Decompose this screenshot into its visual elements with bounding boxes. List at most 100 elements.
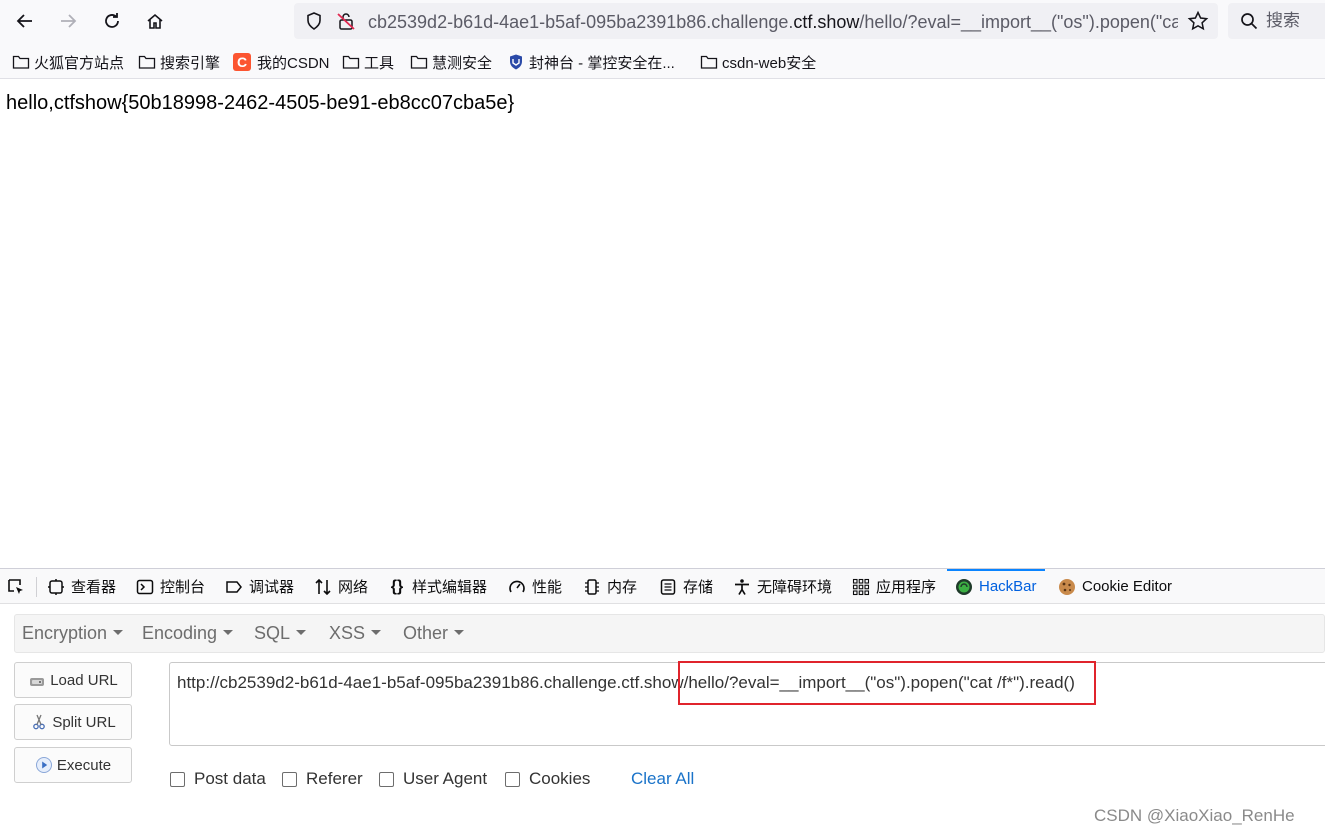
checkbox-box[interactable] bbox=[505, 771, 520, 787]
debugger-icon bbox=[226, 580, 242, 593]
home-button[interactable] bbox=[139, 6, 171, 36]
caret-down-icon bbox=[113, 629, 124, 635]
tab-label: 样式编辑器 bbox=[412, 579, 488, 596]
back-arrow-icon bbox=[16, 14, 32, 28]
bookmark-label: 工具 bbox=[364, 54, 395, 72]
menu-label: Encryption bbox=[22, 623, 108, 643]
checkbox-box[interactable] bbox=[170, 771, 185, 787]
toolbar-separator bbox=[36, 577, 37, 597]
caret-down-icon bbox=[371, 629, 382, 635]
menu-encoding[interactable]: Encoding bbox=[142, 623, 234, 644]
memory-icon bbox=[585, 578, 599, 595]
clear-all-link[interactable]: Clear All bbox=[631, 769, 694, 789]
checkbox-label: Post data bbox=[194, 769, 266, 788]
play-icon bbox=[35, 757, 52, 773]
url-bar[interactable]: cb2539d2-b61d-4ae1-b5af-095ba2391b86.cha… bbox=[294, 3, 1218, 39]
accessibility-icon bbox=[735, 578, 749, 595]
csdn-icon: C bbox=[233, 53, 251, 71]
folder-icon bbox=[410, 55, 428, 69]
checkbox-box[interactable] bbox=[282, 771, 297, 787]
cookies-checkbox[interactable]: Cookies bbox=[505, 769, 590, 789]
url-suffix: /hello/?eval=__import__("os").popen("ca bbox=[859, 12, 1178, 32]
bookmark-star-icon[interactable] bbox=[1187, 10, 1209, 32]
tab-console[interactable]: 控制台 bbox=[136, 569, 205, 604]
load-url-icon bbox=[30, 678, 45, 686]
post-data-checkbox[interactable]: Post data bbox=[170, 769, 266, 789]
tab-label: 应用程序 bbox=[876, 579, 937, 596]
bookmark-my-csdn[interactable]: C 我的CSDN bbox=[233, 51, 330, 73]
bookmark-label: csdn-web安全 bbox=[722, 54, 817, 72]
folder-icon bbox=[700, 55, 718, 69]
element-picker-icon[interactable] bbox=[6, 577, 26, 597]
tab-label: 性能 bbox=[532, 579, 563, 596]
bookmark-fengshentai[interactable]: 封神台 - 掌控安全在... bbox=[507, 51, 675, 73]
tab-style-editor[interactable]: {} 样式编辑器 bbox=[388, 569, 487, 604]
bookmarks-bar: 火狐官方站点 搜索引擎 C 我的CSDN 工具 慧测安全 封神台 - 掌控安全在… bbox=[0, 44, 1325, 79]
url-host: ctf.show bbox=[793, 12, 860, 32]
back-button[interactable] bbox=[9, 6, 41, 36]
load-url-button[interactable]: Load URL bbox=[14, 662, 132, 698]
tab-label: 无障碍环境 bbox=[757, 579, 833, 596]
bookmark-label: 我的CSDN bbox=[257, 54, 330, 72]
watermark: CSDN @XiaoXiao_RenHe bbox=[1094, 806, 1295, 825]
caret-down-icon bbox=[223, 629, 234, 635]
forward-arrow-icon bbox=[61, 14, 77, 28]
tab-debugger[interactable]: 调试器 bbox=[225, 569, 294, 604]
tab-label: HackBar bbox=[979, 578, 1037, 595]
menu-other[interactable]: Other bbox=[403, 623, 465, 644]
tab-performance[interactable]: 性能 bbox=[508, 569, 562, 604]
menu-label: Encoding bbox=[142, 623, 218, 643]
bookmark-folder-csdn-web[interactable]: csdn-web安全 bbox=[700, 51, 816, 73]
forward-button[interactable] bbox=[52, 6, 84, 36]
hackbar-menu: Encryption Encoding SQL XSS Other bbox=[14, 614, 1325, 653]
menu-sql[interactable]: SQL bbox=[254, 623, 307, 644]
bookmark-folder-search-engines[interactable]: 搜索引擎 bbox=[138, 51, 220, 73]
referer-checkbox[interactable]: Referer bbox=[282, 769, 363, 789]
checkbox-label: Cookies bbox=[529, 769, 591, 788]
checkbox-label: Referer bbox=[306, 769, 363, 788]
network-icon bbox=[315, 578, 331, 595]
split-url-button[interactable]: Split URL bbox=[14, 704, 132, 740]
menu-label: Other bbox=[403, 623, 449, 643]
annotation-highlight-box bbox=[678, 661, 1096, 705]
page-body-text: hello,ctfshow{50b18998-2462-4505-be91-eb… bbox=[6, 92, 515, 114]
folder-icon bbox=[342, 55, 360, 69]
home-icon bbox=[147, 13, 163, 29]
button-label: Split URL bbox=[52, 713, 116, 731]
tab-label: 网络 bbox=[338, 579, 369, 596]
url-text[interactable]: cb2539d2-b61d-4ae1-b5af-095ba2391b86.cha… bbox=[368, 11, 1178, 33]
tab-inspector[interactable]: 查看器 bbox=[47, 569, 116, 604]
button-label: Load URL bbox=[50, 671, 118, 689]
tab-network[interactable]: 网络 bbox=[314, 569, 368, 604]
reload-button[interactable] bbox=[96, 6, 128, 36]
shield-logo-icon bbox=[510, 54, 522, 70]
tracking-protection-shield-icon[interactable] bbox=[304, 11, 324, 31]
cookie-icon bbox=[1059, 578, 1075, 595]
bookmark-folder-huice[interactable]: 慧测安全 bbox=[410, 51, 492, 73]
application-icon bbox=[852, 578, 870, 595]
bookmark-folder-tools[interactable]: 工具 bbox=[342, 51, 394, 73]
performance-icon bbox=[509, 580, 525, 592]
tab-cookie-editor[interactable]: Cookie Editor bbox=[1058, 569, 1172, 604]
menu-xss[interactable]: XSS bbox=[329, 623, 382, 644]
inspector-icon bbox=[48, 578, 64, 595]
search-box[interactable]: 搜索 bbox=[1228, 3, 1325, 39]
tab-accessibility[interactable]: 无障碍环境 bbox=[733, 569, 832, 604]
tab-storage[interactable]: 存储 bbox=[659, 569, 713, 604]
checkbox-box[interactable] bbox=[379, 771, 394, 787]
bookmark-label: 搜索引擎 bbox=[160, 54, 221, 72]
insecure-lock-icon[interactable] bbox=[336, 11, 356, 31]
tab-hackbar[interactable]: HackBar bbox=[947, 569, 1045, 604]
tab-memory[interactable]: 内存 bbox=[583, 569, 637, 604]
menu-label: XSS bbox=[329, 623, 366, 643]
menu-encryption[interactable]: Encryption bbox=[22, 623, 124, 644]
storage-icon bbox=[660, 578, 676, 595]
url-prefix: cb2539d2-b61d-4ae1-b5af-095ba2391b86.cha… bbox=[368, 12, 794, 32]
bookmark-folder-firefox[interactable]: 火狐官方站点 bbox=[12, 51, 124, 73]
execute-button[interactable]: Execute bbox=[14, 747, 132, 783]
scissors-icon bbox=[33, 714, 46, 730]
browser-toolbar: cb2539d2-b61d-4ae1-b5af-095ba2391b86.cha… bbox=[0, 0, 1325, 44]
user-agent-checkbox[interactable]: User Agent bbox=[379, 769, 487, 789]
tab-label: 控制台 bbox=[160, 579, 206, 596]
tab-application[interactable]: 应用程序 bbox=[852, 569, 936, 604]
